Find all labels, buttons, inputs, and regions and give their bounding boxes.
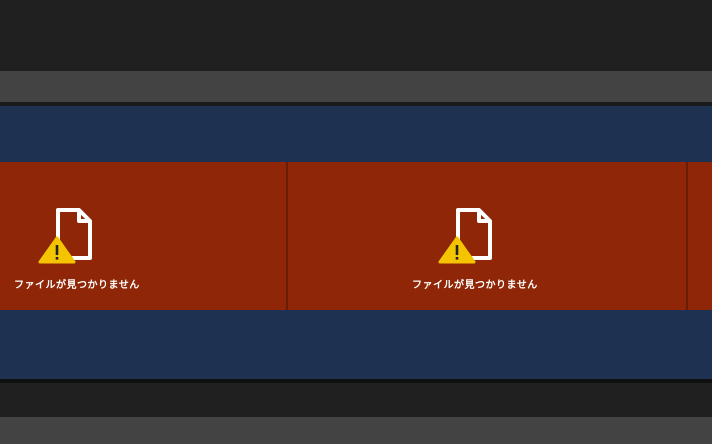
video-track-upper[interactable] — [0, 106, 712, 162]
timeline-ruler[interactable] — [0, 71, 712, 106]
clip-status-label: ファイルが見つかりません — [412, 280, 538, 291]
timeline-footer-bar — [0, 417, 712, 444]
missing-media-clip-3-partial[interactable] — [688, 162, 712, 310]
timeline-top-area — [0, 0, 712, 71]
clip-track[interactable]: ファイルが見つかりません ファイルが見つかりません — [0, 162, 712, 310]
missing-file-icon — [438, 208, 492, 264]
missing-media-clip-1[interactable]: ファイルが見つかりません — [0, 162, 288, 310]
missing-media-clip-2[interactable]: ファイルが見つかりません — [288, 162, 688, 310]
missing-file-icon — [38, 208, 92, 264]
clip-status-label: ファイルが見つかりません — [14, 280, 140, 291]
video-track-lower[interactable] — [0, 310, 712, 383]
timeline-bottom-area — [0, 383, 712, 417]
